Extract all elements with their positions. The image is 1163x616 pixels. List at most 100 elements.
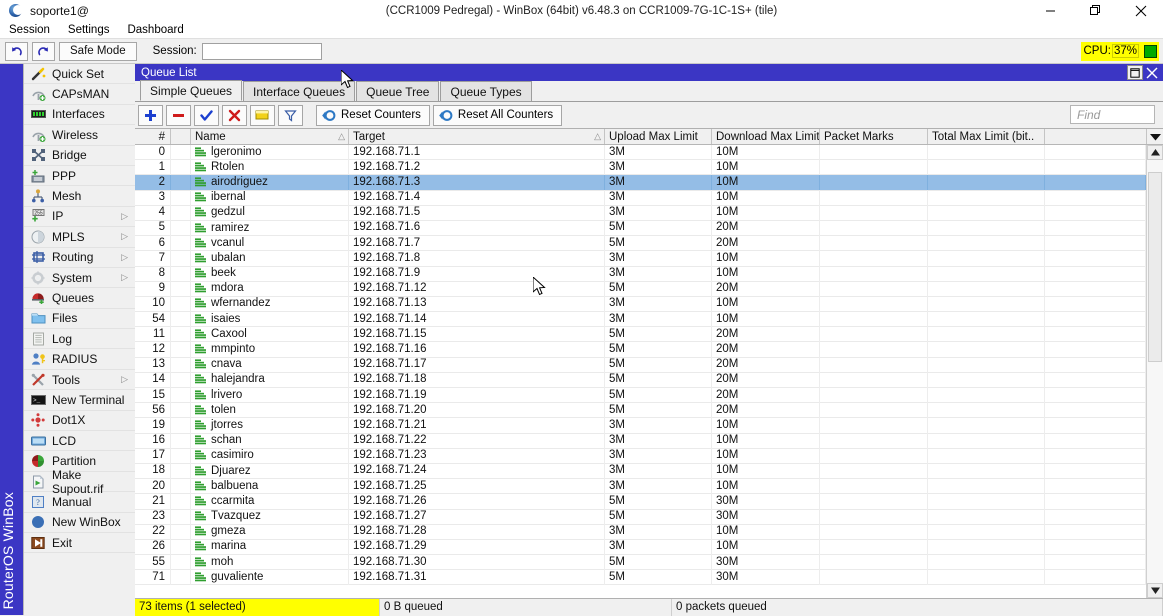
filter-icon[interactable] (278, 105, 303, 126)
column-header-name[interactable]: Name △ (191, 129, 349, 144)
undo-button[interactable] (5, 42, 28, 61)
table-row[interactable]: 15lrivero192.168.71.195M20M (135, 388, 1146, 403)
column-chooser-dropdown-icon[interactable] (1147, 129, 1163, 144)
table-row[interactable]: 55moh192.168.71.305M30M (135, 555, 1146, 570)
column-header-total-max-limit[interactable]: Total Max Limit (bit.. (928, 129, 1045, 144)
tab-interface-queues[interactable]: Interface Queues (243, 81, 355, 101)
scrollbar-track[interactable] (1147, 160, 1163, 583)
status-bytes-queued: 0 B queued (380, 599, 672, 616)
table-row[interactable]: 26marina192.168.71.293M10M (135, 540, 1146, 555)
cell-total-max-limit (928, 372, 1045, 387)
table-row[interactable]: 9mdora192.168.71.125M20M (135, 282, 1146, 297)
table-row[interactable]: 54isaies192.168.71.143M10M (135, 312, 1146, 327)
sidebar-item-tools[interactable]: Tools ▷ (24, 370, 135, 390)
column-header-flag[interactable] (171, 129, 191, 144)
table-row[interactable]: 0lgeronimo192.168.71.13M10M (135, 145, 1146, 160)
sidebar-item-ip[interactable]: 255 IP ▷ (24, 207, 135, 227)
table-row[interactable]: 7ubalan192.168.71.83M10M (135, 251, 1146, 266)
column-header-target[interactable]: Target △ (349, 129, 605, 144)
table-row[interactable]: 8beek192.168.71.93M10M (135, 267, 1146, 282)
cell-spacer (1045, 236, 1146, 251)
queue-name-text: lgeronimo (211, 145, 262, 160)
minimize-button[interactable] (1028, 0, 1073, 21)
column-header-upload-max-limit[interactable]: Upload Max Limit (605, 129, 712, 144)
safe-mode-button[interactable]: Safe Mode (59, 42, 137, 61)
table-row[interactable]: 19jtorres192.168.71.213M10M (135, 418, 1146, 433)
sidebar-item-ppp[interactable]: PPP (24, 166, 135, 186)
redo-button[interactable] (32, 42, 55, 61)
table-row[interactable]: 1Rtolen192.168.71.23M10M (135, 160, 1146, 175)
sidebar-item-dot1x[interactable]: Dot1X (24, 411, 135, 431)
table-row[interactable]: 71guvaliente192.168.71.315M30M (135, 570, 1146, 585)
table-row[interactable]: 5ramirez192.168.71.65M20M (135, 221, 1146, 236)
column-header-index[interactable]: # (135, 129, 171, 144)
table-row[interactable]: 14halejandra192.168.71.185M20M (135, 373, 1146, 388)
cell-index: 4 (135, 205, 171, 220)
column-header-packet-marks[interactable]: Packet Marks (820, 129, 928, 144)
table-row[interactable]: 4gedzul192.168.71.53M10M (135, 206, 1146, 221)
remove-queue-button[interactable] (166, 105, 191, 126)
sidebar-item-new-terminal[interactable]: >_ New Terminal (24, 390, 135, 410)
sidebar-item-routing[interactable]: Routing ▷ (24, 248, 135, 268)
sidebar-item-quick-set[interactable]: Quick Set (24, 64, 135, 84)
sidebar-item-log[interactable]: Log (24, 329, 135, 349)
session-user-label: soporte1@ (30, 4, 89, 18)
reset-counters-button[interactable]: Reset Counters (316, 105, 430, 126)
table-row[interactable]: 6vcanul192.168.71.75M20M (135, 236, 1146, 251)
scroll-up-button[interactable] (1147, 145, 1163, 160)
close-icon[interactable] (1144, 65, 1160, 80)
table-row[interactable]: 10wfernandez192.168.71.133M10M (135, 297, 1146, 312)
maximize-restore-icon[interactable] (1073, 0, 1118, 21)
scrollbar-thumb[interactable] (1148, 172, 1162, 362)
table-row[interactable]: 22gmeza192.168.71.283M10M (135, 525, 1146, 540)
sidebar-item-system[interactable]: System ▷ (24, 268, 135, 288)
sidebar-item-radius[interactable]: RADIUS (24, 349, 135, 369)
close-icon[interactable] (1118, 0, 1163, 21)
cell-index: 0 (135, 145, 171, 160)
table-row[interactable]: 11Caxool192.168.71.155M20M (135, 327, 1146, 342)
enable-queue-button[interactable] (194, 105, 219, 126)
tab-simple-queues[interactable]: Simple Queues (140, 80, 242, 101)
menu-session[interactable]: Session (0, 21, 59, 39)
session-input[interactable] (202, 43, 322, 60)
sidebar-item-make-supout[interactable]: Make Supout.rif (24, 472, 135, 492)
sidebar-item-interfaces[interactable]: Interfaces (24, 105, 135, 125)
sidebar-item-new-winbox[interactable]: New WinBox (24, 513, 135, 533)
table-row[interactable]: 2airodriguez192.168.71.33M10M (135, 175, 1146, 190)
disable-queue-button[interactable] (222, 105, 247, 126)
comment-icon[interactable] (250, 105, 275, 126)
sidebar-item-mpls[interactable]: MPLS ▷ (24, 227, 135, 247)
vertical-scrollbar[interactable] (1146, 145, 1163, 598)
table-row[interactable]: 56tolen192.168.71.205M20M (135, 403, 1146, 418)
sidebar-label: MPLS (52, 230, 121, 244)
sidebar-item-wireless[interactable]: Wireless (24, 125, 135, 145)
restore-icon[interactable] (1127, 65, 1143, 80)
sidebar-item-mesh[interactable]: Mesh (24, 186, 135, 206)
reset-all-counters-button[interactable]: Reset All Counters (433, 105, 562, 126)
table-row[interactable]: 3ibernal192.168.71.43M10M (135, 191, 1146, 206)
sidebar-item-bridge[interactable]: Bridge (24, 146, 135, 166)
table-row[interactable]: 12mmpinto192.168.71.165M20M (135, 342, 1146, 357)
table-row[interactable]: 18Djuarez192.168.71.243M10M (135, 464, 1146, 479)
sidebar-item-manual[interactable]: ? Manual (24, 492, 135, 512)
menu-settings[interactable]: Settings (59, 21, 119, 39)
sidebar-item-files[interactable]: Files (24, 309, 135, 329)
menu-dashboard[interactable]: Dashboard (118, 21, 192, 39)
table-row[interactable]: 21ccarmita192.168.71.265M30M (135, 494, 1146, 509)
table-row[interactable]: 13cnava192.168.71.175M20M (135, 358, 1146, 373)
manual-icon: ? (30, 494, 46, 509)
table-row[interactable]: 20balbuena192.168.71.253M10M (135, 479, 1146, 494)
table-row[interactable]: 16schan192.168.71.223M10M (135, 434, 1146, 449)
search-input[interactable]: Find (1070, 105, 1155, 124)
table-row[interactable]: 17casimiro192.168.71.233M10M (135, 449, 1146, 464)
sidebar-item-exit[interactable]: Exit (24, 533, 135, 553)
scroll-down-button[interactable] (1147, 583, 1163, 598)
add-queue-button[interactable] (138, 105, 163, 126)
tab-queue-tree[interactable]: Queue Tree (356, 81, 439, 101)
sidebar-item-queues[interactable]: Queues (24, 288, 135, 308)
tab-queue-types[interactable]: Queue Types (440, 81, 531, 101)
column-header-download-max-limit[interactable]: Download Max Limit (712, 129, 820, 144)
sidebar-item-lcd[interactable]: LCD (24, 431, 135, 451)
table-row[interactable]: 23Tvazquez192.168.71.275M30M (135, 510, 1146, 525)
sidebar-item-capsman[interactable]: CAPsMAN (24, 84, 135, 104)
